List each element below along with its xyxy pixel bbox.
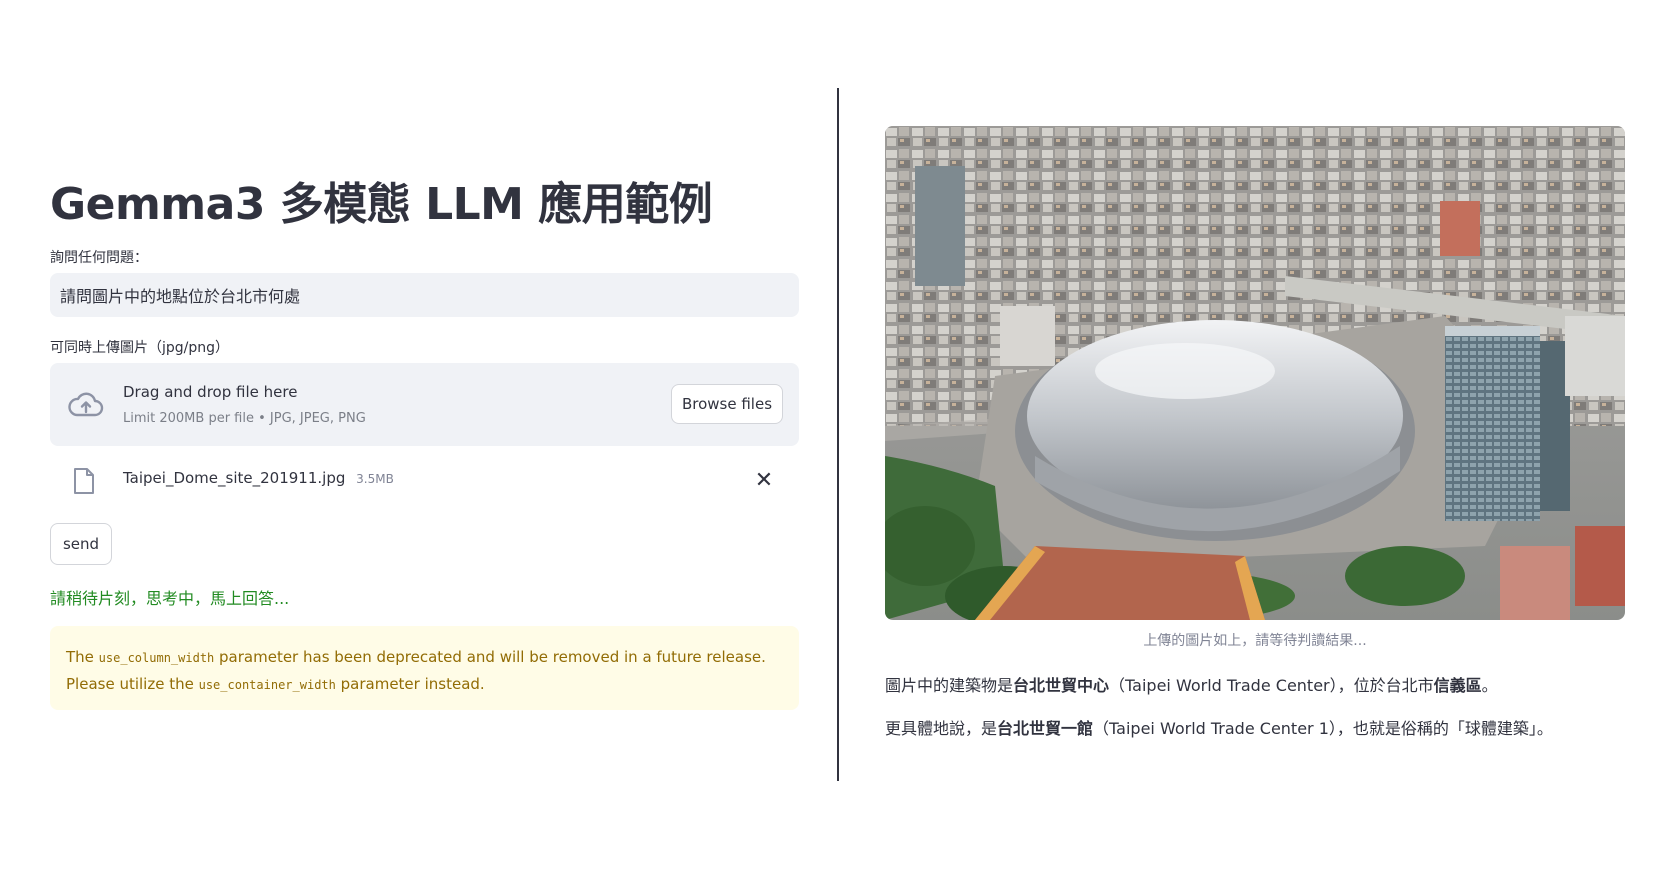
warning-text-pre: The [66,648,99,666]
warning-code-2: use_container_width [198,678,336,692]
deprecation-warning: The use_column_width parameter has been … [50,626,799,710]
upload-label: 可同時上傳圖片（jpg/png） [50,340,230,356]
answer-2-bold: 台北世貿一館 [997,719,1094,738]
image-caption: 上傳的圖片如上，請等待判讀結果... [1143,633,1367,649]
answer-1-post: 。 [1481,676,1498,695]
answer-paragraph-1: 圖片中的建築物是台北世貿中心（Taipei World Trade Center… [885,672,1498,696]
file-size: 3.5MB [356,472,394,486]
answer-1-bold-1: 台北世貿中心 [1013,676,1110,695]
warning-text-post: parameter instead. [335,675,485,693]
app-page: Gemma3 多模態 LLM 應用範例 詢問任何問題： 可同時上傳圖片（jpg/… [0,0,1678,874]
answer-1-bold-2: 信義區 [1433,676,1482,695]
file-name-text: Taipei_Dome_site_201911.jpg [123,469,346,487]
taipei-dome-photo [885,126,1625,620]
page-title: Gemma3 多模態 LLM 應用範例 [50,179,713,230]
file-dropzone[interactable]: Drag and drop file here Limit 200MB per … [50,363,799,446]
answer-2-pre: 更具體地說，是 [885,719,998,738]
warning-code-1: use_column_width [98,651,215,665]
answer-paragraph-2: 更具體地說，是台北世貿一館（Taipei World Trade Center … [885,715,1553,739]
answer-2-post: （Taipei World Trade Center 1），也就是俗稱的「球體建… [1093,719,1553,738]
browse-files-button[interactable]: Browse files [671,384,783,424]
uploaded-file-item: Taipei_Dome_site_201911.jpg 3.5MB ✕ [50,465,799,495]
answer-1-mid: （Taipei World Trade Center），位於台北市 [1109,676,1434,695]
cloud-upload-icon [68,392,104,417]
status-message: 請稍待片刻，思考中，馬上回答... [50,589,290,608]
remove-file-button[interactable]: ✕ [750,467,778,495]
uploaded-image [885,126,1625,620]
file-icon [74,468,94,494]
column-divider [837,88,839,781]
dropzone-limit: Limit 200MB per file • JPG, JPEG, PNG [123,411,366,426]
question-input[interactable] [50,273,799,317]
file-name: Taipei_Dome_site_201911.jpg 3.5MB [123,469,394,487]
question-label: 詢問任何問題： [50,250,148,266]
close-icon: ✕ [754,468,774,493]
answer-1-pre: 圖片中的建築物是 [885,676,1014,695]
dropzone-instruction: Drag and drop file here [123,383,298,401]
send-button[interactable]: send [50,523,112,565]
